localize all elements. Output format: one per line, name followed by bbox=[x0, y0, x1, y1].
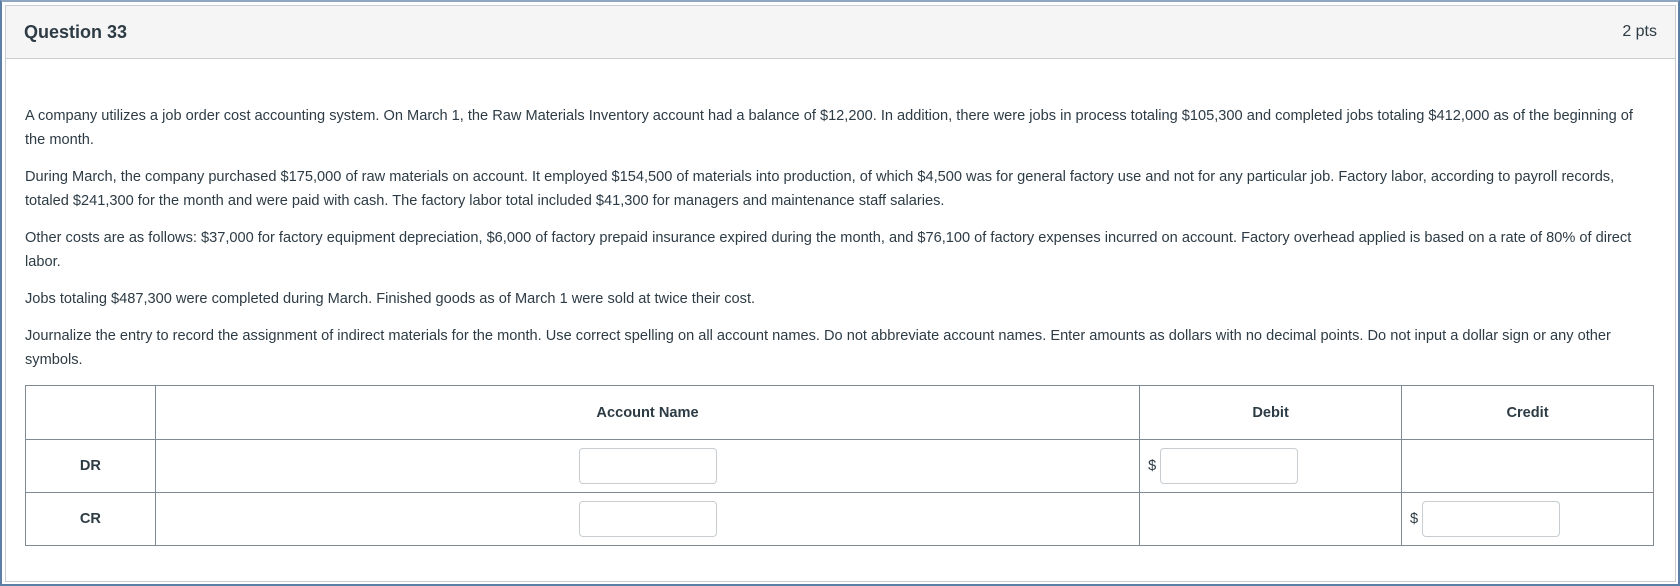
journal-header-row: Account Name Debit Credit bbox=[25, 385, 1654, 440]
header-account-name: Account Name bbox=[154, 385, 1141, 440]
account-cell bbox=[154, 439, 1141, 493]
header-row-label bbox=[25, 385, 156, 440]
cr-account-name-input[interactable] bbox=[578, 501, 717, 537]
question-header: Question 33 2 pts bbox=[6, 6, 1675, 59]
credit-cell: $ bbox=[1401, 492, 1654, 546]
question-title: Question 33 bbox=[24, 21, 128, 42]
question-paragraph: During March, the company purchased $175… bbox=[25, 169, 1615, 209]
question-body: A company utilizes a job order cost acco… bbox=[6, 59, 1675, 546]
header-credit: Credit bbox=[1401, 385, 1654, 440]
journal-entry-table: Account Name Debit Credit DR $ CR $ bbox=[25, 385, 1654, 546]
question-instructions: Journalize the entry to record the assig… bbox=[25, 328, 1611, 368]
dollar-sign: $ bbox=[1148, 458, 1157, 474]
question-card: Question 33 2 pts A company utilizes a j… bbox=[5, 5, 1676, 582]
journal-row-dr: DR $ bbox=[25, 439, 1654, 493]
account-cell bbox=[154, 492, 1141, 546]
question-points: 2 pts bbox=[1622, 23, 1657, 40]
dr-debit-amount-input[interactable] bbox=[1160, 448, 1299, 484]
credit-money-field: $ bbox=[1402, 501, 1653, 537]
journal-row-cr: CR $ bbox=[25, 492, 1654, 546]
credit-cell-empty bbox=[1401, 439, 1654, 493]
question-paragraph: A company utilizes a job order cost acco… bbox=[25, 108, 1633, 148]
cr-credit-amount-input[interactable] bbox=[1422, 501, 1561, 537]
header-debit: Debit bbox=[1139, 385, 1403, 440]
question-paragraph: Jobs totaling $487,300 were completed du… bbox=[25, 291, 756, 307]
row-label-dr: DR bbox=[25, 439, 156, 493]
debit-cell-empty bbox=[1139, 492, 1403, 546]
row-label-cr: CR bbox=[25, 492, 156, 546]
dr-account-name-input[interactable] bbox=[578, 448, 717, 484]
question-paragraph: Other costs are as follows: $37,000 for … bbox=[25, 230, 1632, 270]
debit-money-field: $ bbox=[1140, 448, 1401, 484]
dollar-sign: $ bbox=[1410, 511, 1419, 527]
debit-cell: $ bbox=[1139, 439, 1403, 493]
window-frame: Question 33 2 pts A company utilizes a j… bbox=[0, 0, 1680, 586]
